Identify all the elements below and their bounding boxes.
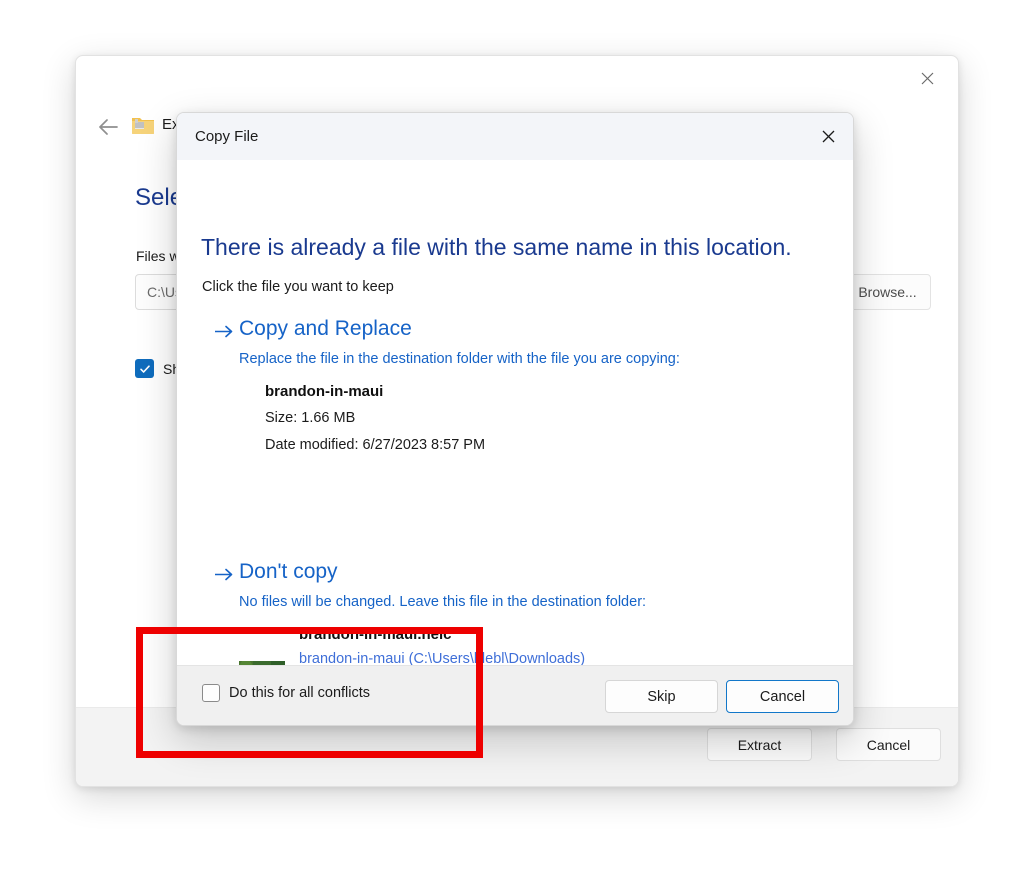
option-description: No files will be changed. Leave this fil… [239, 594, 646, 610]
skip-button[interactable]: Skip [605, 680, 718, 713]
do-this-for-all-conflicts-checkbox-row[interactable]: Do this for all conflicts [202, 684, 370, 702]
option-title: Copy and Replace [239, 317, 412, 341]
copy-file-dialog: Copy File There is already a file with t… [176, 112, 854, 726]
zip-folder-icon [131, 114, 155, 136]
dialog-footer: Do this for all conflicts Skip Cancel [177, 665, 853, 725]
file-size: Size: 1.66 MB [265, 410, 355, 426]
extract-cancel-button[interactable]: Cancel [836, 728, 941, 761]
back-arrow-icon[interactable] [89, 108, 127, 146]
checkbox-icon[interactable] [202, 684, 220, 702]
file-name: brandon-in-maui [265, 383, 383, 400]
extract-titlebar [76, 56, 958, 104]
right-arrow-icon [215, 323, 234, 342]
extract-button[interactable]: Extract [707, 728, 812, 761]
checkmark-icon [135, 359, 154, 378]
close-icon[interactable] [904, 60, 950, 96]
close-icon[interactable] [805, 113, 851, 159]
dialog-titlebar: Copy File [177, 113, 853, 161]
file-date-modified: Date modified: 6/27/2023 8:57 PM [265, 437, 485, 453]
dialog-body: There is already a file with the same na… [177, 160, 853, 666]
dialog-sub-heading: Click the file you want to keep [202, 279, 394, 295]
cancel-button[interactable]: Cancel [726, 680, 839, 713]
browse-button[interactable]: Browse... [844, 274, 931, 310]
dialog-title: Copy File [195, 128, 258, 145]
option-description: Replace the file in the destination fold… [239, 351, 680, 367]
do-this-for-all-conflicts-label: Do this for all conflicts [229, 685, 370, 701]
option-title: Don't copy [239, 560, 338, 584]
right-arrow-icon [215, 566, 234, 585]
dialog-main-heading: There is already a file with the same na… [201, 234, 792, 261]
file-name: brandon-in-maui.heic [299, 626, 452, 643]
